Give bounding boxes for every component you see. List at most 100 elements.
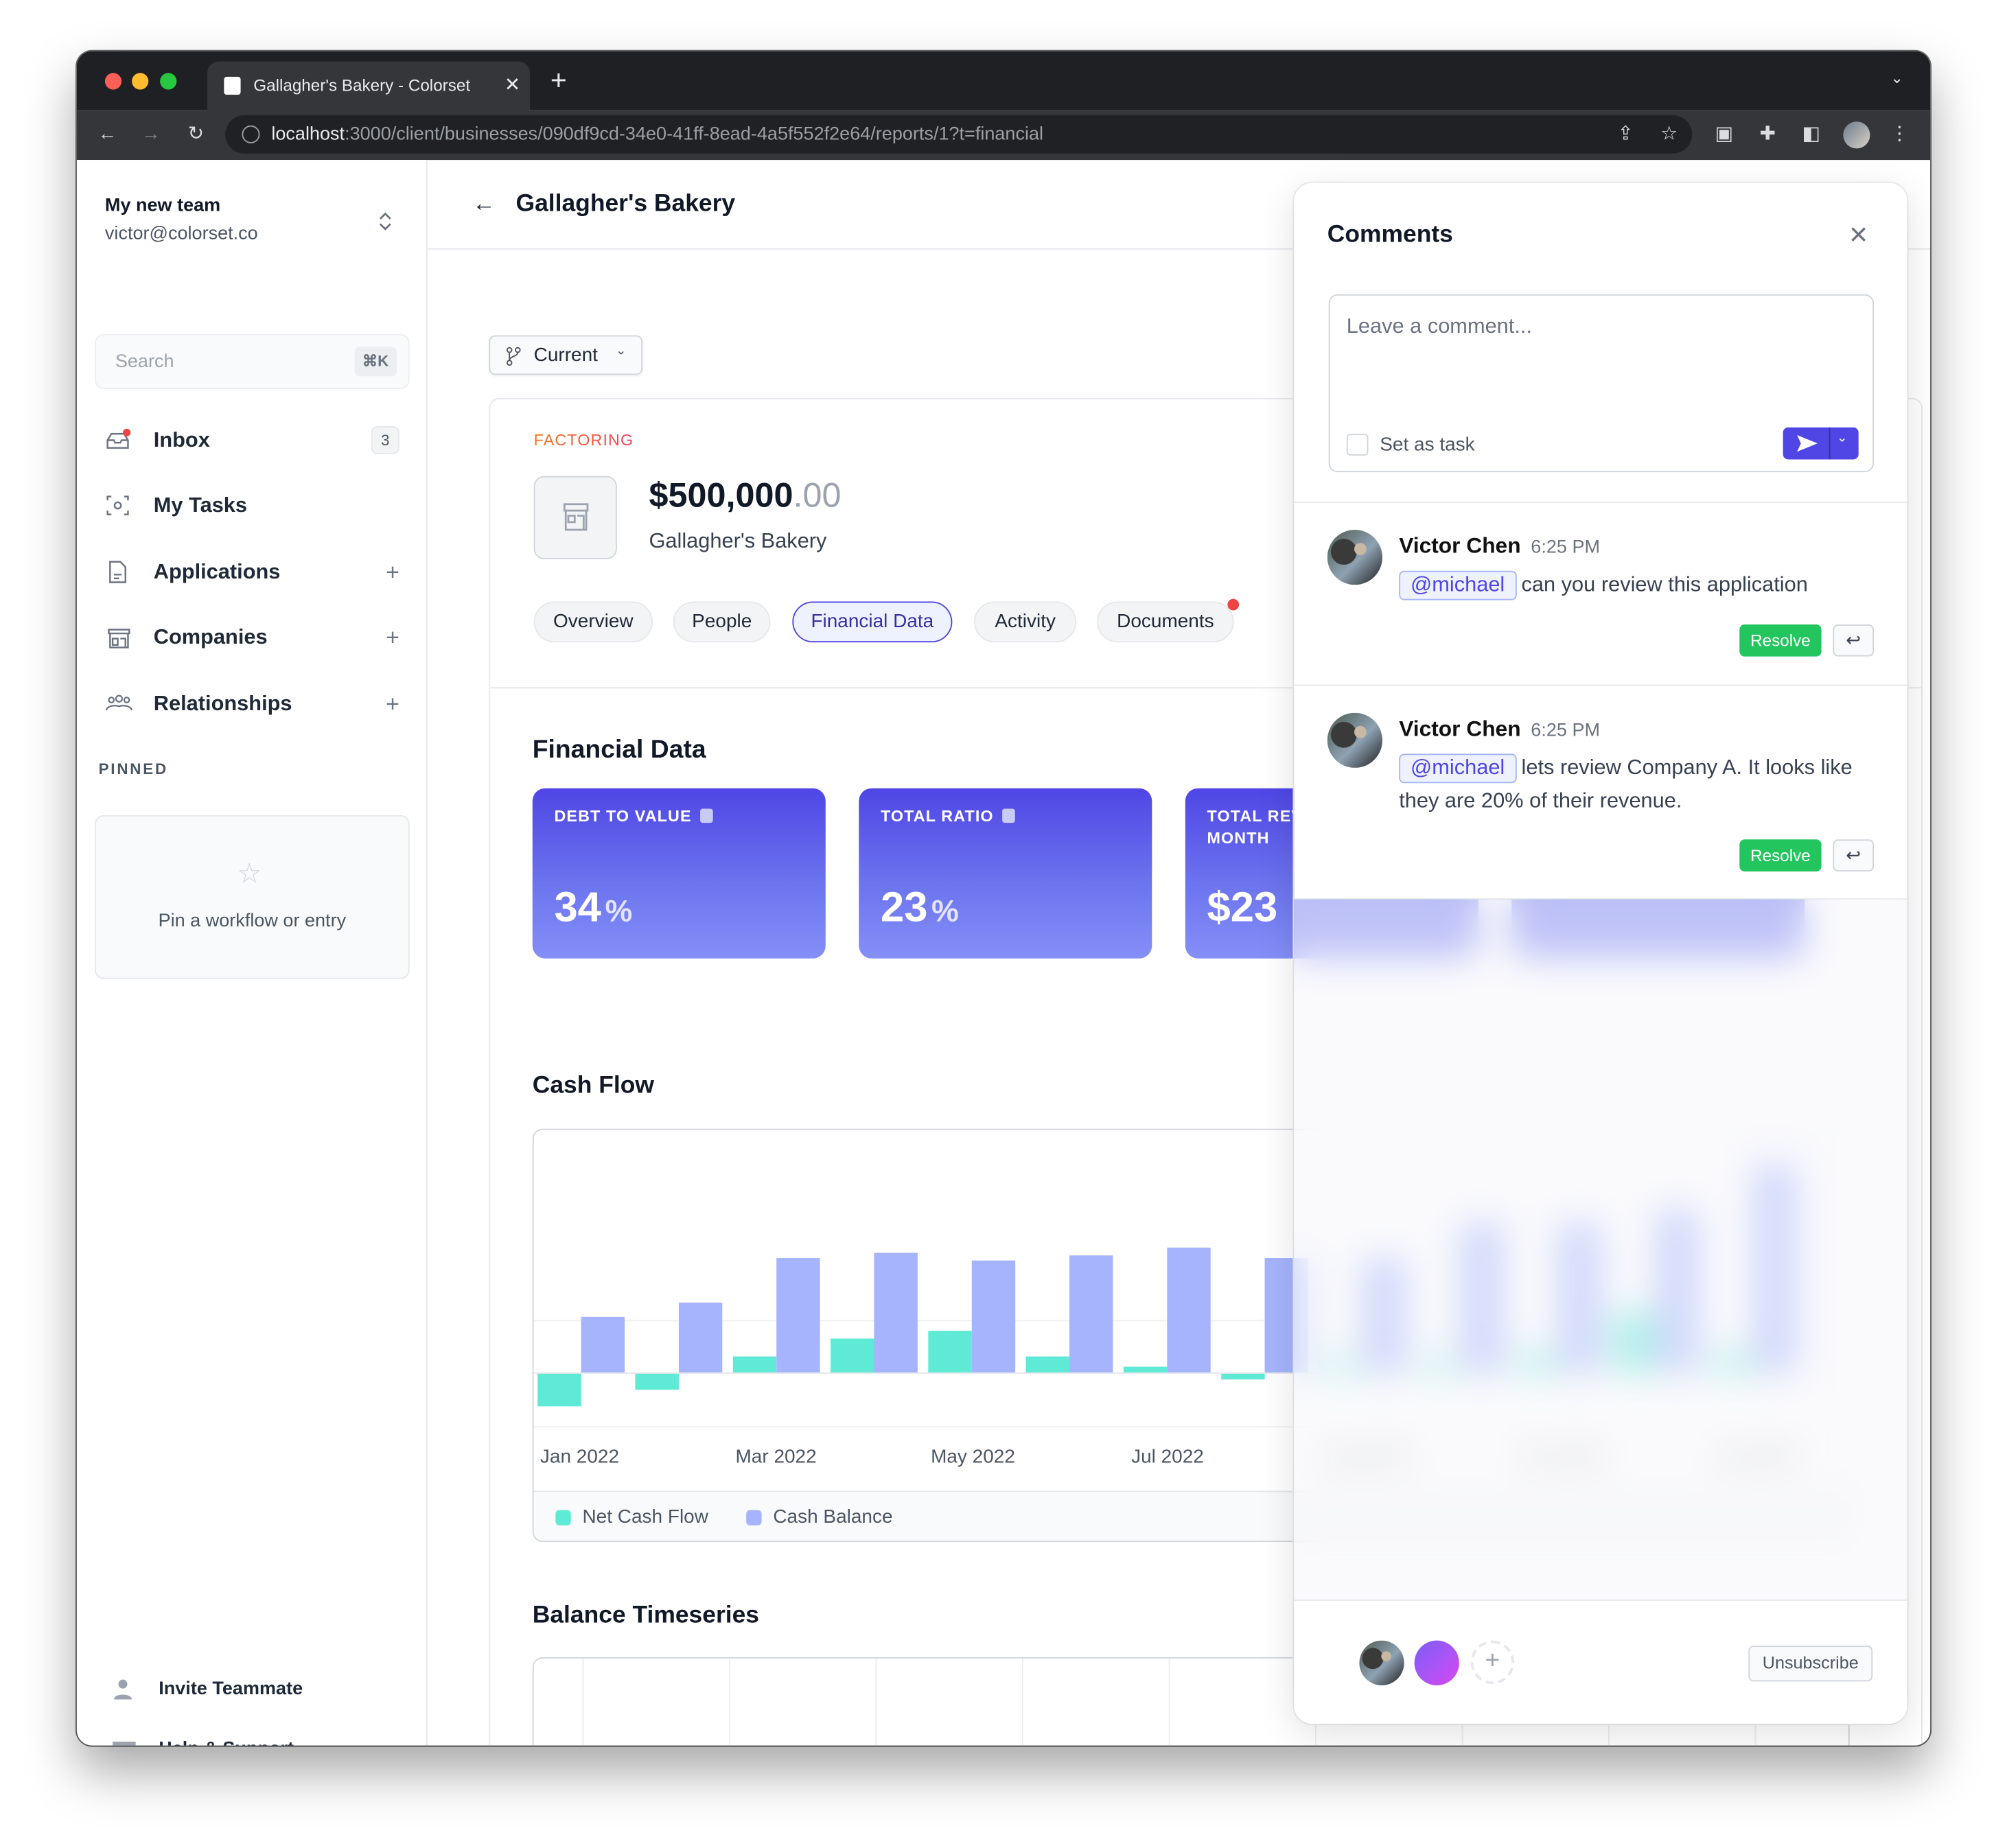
- bar-net-cash-flow[interactable]: [1221, 1372, 1265, 1380]
- bar-net-cash-flow[interactable]: [635, 1372, 679, 1390]
- bar-cash-balance[interactable]: [874, 1252, 918, 1373]
- add-company-icon[interactable]: +: [386, 624, 399, 651]
- tab-financial-data[interactable]: Financial Data: [792, 601, 953, 643]
- bar-net-cash-flow[interactable]: [1025, 1356, 1070, 1373]
- browser-tab[interactable]: Gallagher's Bakery - Colorset ✕: [207, 61, 531, 110]
- minimize-window-button[interactable]: [132, 73, 149, 90]
- new-tab-icon[interactable]: +: [550, 64, 567, 97]
- subscriber-avatar[interactable]: [1359, 1640, 1404, 1685]
- page-title: Gallagher's Bakery: [515, 190, 736, 218]
- blurred-backdrop: [1294, 899, 1907, 1600]
- send-button[interactable]: ⌄: [1783, 427, 1859, 460]
- legend-label[interactable]: Net Cash Flow: [582, 1506, 708, 1528]
- kpi-label: TOTAL RATIO: [880, 807, 994, 826]
- unsubscribe-button[interactable]: Unsubscribe: [1748, 1646, 1873, 1682]
- invite-teammate-link[interactable]: Invite Teammate: [113, 1678, 369, 1703]
- tab-activity[interactable]: Activity: [974, 601, 1077, 643]
- menu-kebab-icon[interactable]: ⋮: [1887, 123, 1912, 146]
- tab-people[interactable]: People: [673, 601, 771, 643]
- profile-avatar[interactable]: [1843, 121, 1870, 149]
- bar-cash-balance[interactable]: [971, 1260, 1016, 1373]
- avatar: [1327, 530, 1382, 585]
- bar-cash-balance[interactable]: [581, 1316, 625, 1373]
- search-shortcut: ⌘K: [354, 347, 397, 377]
- version-select[interactable]: Current ⌄: [489, 335, 643, 375]
- resolve-button[interactable]: Resolve: [1739, 624, 1822, 657]
- set-as-task-checkbox[interactable]: [1346, 434, 1369, 456]
- comments-title: Comments: [1327, 221, 1453, 248]
- x-tick-label: Jan 2022: [540, 1445, 619, 1466]
- favicon-icon: [224, 76, 241, 95]
- resolve-button[interactable]: Resolve: [1739, 839, 1822, 872]
- reply-button[interactable]: ↩: [1833, 839, 1875, 872]
- cast-icon[interactable]: ▣: [1711, 123, 1737, 146]
- add-application-icon[interactable]: +: [386, 559, 399, 585]
- sidepanel-icon[interactable]: ◧: [1798, 123, 1824, 146]
- bar-cash-balance[interactable]: [1069, 1255, 1113, 1373]
- team-name[interactable]: My new team: [105, 196, 220, 216]
- bar-net-cash-flow[interactable]: [1123, 1366, 1168, 1373]
- add-subscriber-button[interactable]: +: [1470, 1640, 1515, 1685]
- pinned-empty-state: ☆ Pin a workflow or entry: [94, 815, 410, 979]
- storefront-icon: [108, 629, 130, 648]
- legend-label[interactable]: Cash Balance: [773, 1506, 892, 1528]
- bar-cash-balance[interactable]: [678, 1302, 723, 1373]
- mention-chip[interactable]: @michael: [1399, 570, 1517, 600]
- mention-chip[interactable]: @michael: [1399, 753, 1517, 784]
- bar-cash-balance[interactable]: [776, 1258, 820, 1373]
- bar-net-cash-flow[interactable]: [831, 1338, 874, 1373]
- close-icon[interactable]: ✕: [1848, 222, 1869, 251]
- help-support-link[interactable]: Help & Support: [113, 1738, 369, 1746]
- close-tab-icon[interactable]: ✕: [504, 73, 520, 96]
- invite-label: Invite Teammate: [159, 1679, 303, 1700]
- star-icon[interactable]: ☆: [237, 857, 262, 890]
- sidebar-item-my-tasks[interactable]: My Tasks: [95, 480, 410, 531]
- chevron-up-down-icon[interactable]: [376, 210, 394, 233]
- sidebar-item-inbox[interactable]: Inbox 3: [95, 414, 410, 466]
- bookmark-star-icon[interactable]: ☆: [1656, 123, 1682, 146]
- reload-icon[interactable]: ↻: [183, 123, 209, 146]
- kpi-debt-to-value: DEBT TO VALUE 34%: [532, 788, 826, 959]
- kpi-value: 23: [880, 882, 928, 931]
- financial-data-heading: Financial Data: [532, 736, 706, 764]
- bar-net-cash-flow[interactable]: [537, 1372, 581, 1407]
- tab-overview[interactable]: Overview: [533, 601, 653, 643]
- bar-cash-balance[interactable]: [1167, 1248, 1211, 1373]
- info-icon[interactable]: [1002, 808, 1016, 823]
- comment-author: Victor Chen: [1399, 533, 1521, 559]
- back-icon[interactable]: ←: [95, 123, 120, 146]
- deal-type-label: FACTORING: [533, 431, 634, 449]
- bar-net-cash-flow[interactable]: [928, 1331, 972, 1373]
- tab-documents[interactable]: Documents: [1097, 601, 1234, 643]
- nav-label: My Tasks: [153, 493, 248, 517]
- company-logo: [533, 476, 617, 559]
- forward-icon[interactable]: →: [138, 123, 163, 146]
- reply-button[interactable]: ↩: [1833, 624, 1875, 657]
- set-as-task-label: Set as task: [1380, 434, 1475, 456]
- back-arrow-icon[interactable]: ←: [472, 191, 496, 218]
- maximize-window-button[interactable]: [160, 73, 177, 90]
- bar-net-cash-flow[interactable]: [732, 1356, 777, 1373]
- tab-list-chevron-icon[interactable]: ⌄: [1890, 69, 1903, 87]
- comment-input[interactable]: Leave a comment... Set as task ⌄: [1328, 294, 1875, 473]
- share-icon[interactable]: ⇪: [1613, 123, 1638, 146]
- address-bar[interactable]: localhost:3000/client/businesses/090df9c…: [225, 115, 1693, 154]
- subscriber-avatar[interactable]: [1414, 1640, 1459, 1685]
- extensions-icon[interactable]: ✚: [1755, 123, 1780, 146]
- sidebar-item-applications[interactable]: Applications +: [95, 546, 410, 598]
- comment-author: Victor Chen: [1399, 716, 1521, 741]
- kpi-value: $23: [1207, 882, 1278, 931]
- amount-main: $500,000: [649, 476, 793, 515]
- sidebar-item-relationships[interactable]: Relationships +: [95, 678, 410, 729]
- focus-target-icon: [106, 495, 129, 515]
- send-options-chevron-icon[interactable]: ⌄: [1837, 431, 1848, 445]
- sidebar-item-companies[interactable]: Companies +: [95, 611, 410, 663]
- close-window-button[interactable]: [104, 73, 122, 90]
- info-icon[interactable]: [700, 808, 714, 823]
- add-relationship-icon[interactable]: +: [386, 690, 399, 717]
- search-input[interactable]: Search ⌘K: [94, 334, 410, 389]
- balance-timeseries-heading: Balance Timeseries: [532, 1602, 760, 1629]
- kpi-unit: %: [931, 894, 959, 929]
- chat-bubble-icon: [113, 1741, 136, 1746]
- legend-swatch-cash-balance: [746, 1510, 762, 1525]
